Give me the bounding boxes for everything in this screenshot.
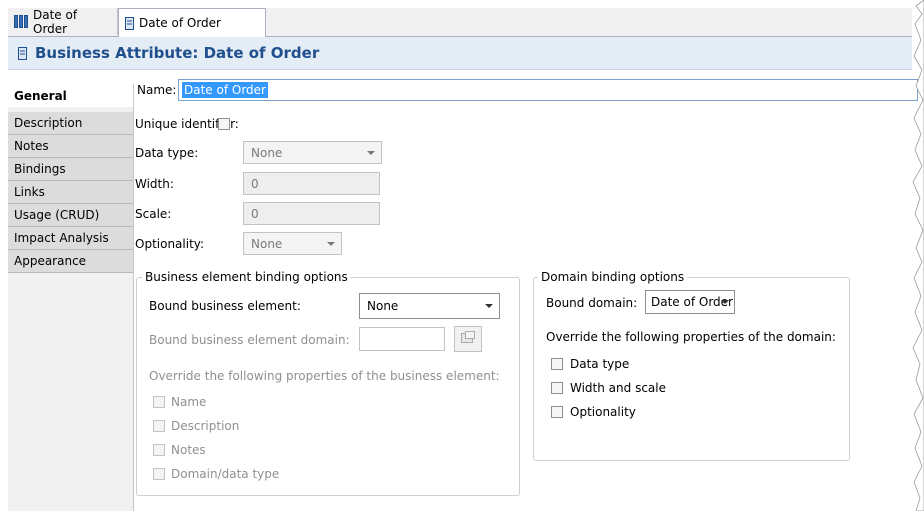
nav-item-appearance[interactable]: Appearance (8, 250, 133, 273)
domain-binding-legend: Domain binding options (538, 270, 688, 284)
name-label: Name: (137, 83, 177, 97)
chevron-down-icon (485, 304, 493, 308)
data-type-value: None (251, 145, 283, 160)
chevron-down-icon (367, 150, 375, 155)
tab-model-label: Date of Order (33, 7, 78, 36)
width-field[interactable]: 0 (243, 172, 380, 195)
torn-edge (912, 0, 924, 511)
override-optionality-label: Optionality (570, 405, 636, 419)
data-type-combo[interactable]: None (243, 141, 382, 164)
override-description-label: Description (171, 419, 240, 433)
override-description-checkbox[interactable] (153, 420, 165, 432)
scale-field[interactable]: 0 (243, 202, 380, 225)
nav-item-description[interactable]: Description (8, 112, 133, 135)
nav-item-notes[interactable]: Notes (8, 135, 133, 158)
business-binding-legend: Business element binding options (142, 270, 351, 284)
override-name-label: Name (171, 395, 207, 409)
tab-attribute[interactable]: Date of Order (118, 8, 266, 37)
bound-domain-combo[interactable]: Date of Order (645, 290, 735, 314)
override-data-type-label: Data type (570, 357, 630, 371)
data-type-label: Data type: (135, 146, 199, 160)
property-nav: General Description Notes Bindings Links… (8, 84, 134, 511)
override-domain-data-type-label: Domain/data type (171, 467, 280, 481)
model-icon (14, 15, 28, 28)
bound-business-element-domain-label: Bound business element domain: (149, 333, 350, 347)
override-width-scale-label: Width and scale (570, 381, 666, 395)
chevron-down-icon (327, 241, 335, 246)
business-override-label: Override the following properties of the… (149, 369, 500, 383)
scale-label: Scale: (135, 207, 172, 221)
override-domain-data-type-checkbox[interactable] (153, 468, 165, 480)
bound-business-element-value: None (367, 299, 399, 313)
override-width-scale-checkbox[interactable] (551, 382, 563, 394)
name-field[interactable]: Date of Order (178, 79, 918, 101)
nav-item-general[interactable]: General (8, 84, 133, 107)
unique-identifier-checkbox[interactable] (218, 118, 230, 130)
override-name-checkbox[interactable] (153, 396, 165, 408)
tab-model[interactable]: Date of Order (8, 7, 118, 36)
optionality-value: None (251, 236, 283, 251)
nav-item-bindings[interactable]: Bindings (8, 158, 133, 181)
width-label: Width: (135, 177, 174, 191)
optionality-label: Optionality: (135, 237, 205, 251)
page-title: Business Attribute: Date of Order (35, 44, 320, 62)
scale-value: 0 (251, 206, 259, 221)
nav-item-links[interactable]: Links (8, 181, 133, 204)
bound-business-element-label: Bound business element: (149, 299, 301, 313)
bound-business-element-combo[interactable]: None (359, 293, 500, 319)
width-value: 0 (251, 176, 259, 191)
optionality-combo[interactable]: None (243, 232, 342, 255)
attribute-icon (18, 46, 27, 60)
nav-item-impact-analysis[interactable]: Impact Analysis (8, 227, 133, 250)
override-notes-checkbox[interactable] (153, 444, 165, 456)
override-notes-label: Notes (171, 443, 206, 457)
domain-override-label: Override the following properties of the… (546, 330, 836, 344)
editor-tab-bar: Date of Order Date of Order (8, 8, 912, 37)
override-data-type-checkbox[interactable] (551, 358, 563, 370)
browse-button[interactable] (454, 326, 482, 352)
editor-header: Business Attribute: Date of Order (8, 37, 912, 70)
name-field-value: Date of Order (182, 82, 268, 98)
chevron-down-icon (721, 300, 729, 304)
nav-item-usage[interactable]: Usage (CRUD) (8, 204, 133, 227)
bound-business-element-domain-field[interactable] (359, 327, 445, 351)
override-optionality-checkbox[interactable] (551, 406, 563, 418)
tab-attribute-label: Date of Order (139, 16, 221, 30)
attribute-icon (125, 16, 134, 30)
bound-domain-label: Bound domain: (546, 296, 638, 310)
browse-icon (461, 331, 475, 347)
